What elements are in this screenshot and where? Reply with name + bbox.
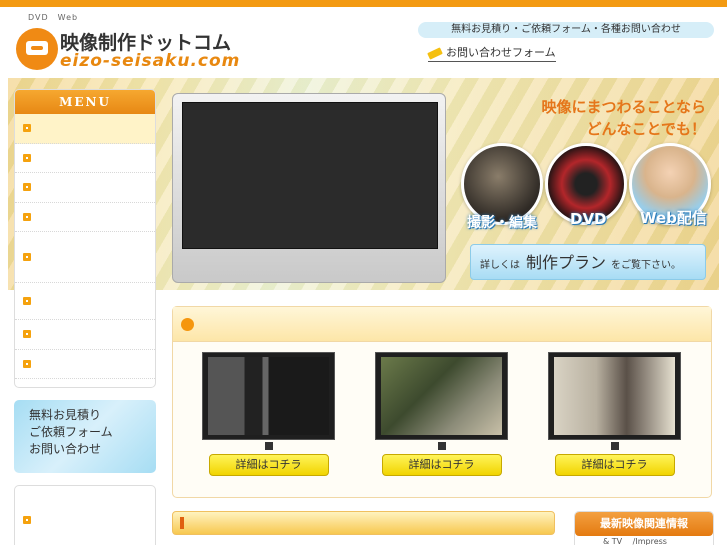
menu-heading: MENU [15,90,155,114]
details-button[interactable]: 詳細はコチラ [208,454,329,476]
plan-name: 制作プラン [526,253,607,272]
sidebar-item-1[interactable] [15,114,155,144]
sidebar-item-5[interactable] [15,232,155,283]
hero-copy-line-2: どんなことでも！ [586,120,706,138]
plan-suffix: をご覧下さい。 [611,260,682,271]
video-monitor [172,93,446,283]
plan-prefix: 詳しくは [480,260,520,271]
work-thumbnail[interactable] [548,352,681,440]
work-card: 詳細はコチラ [202,352,335,476]
site-logo[interactable]: 映像制作ドットコム eizo-seisaku.com [14,24,244,76]
news-title: 最新映像関連情報 [575,512,713,536]
bullet-icon [23,253,31,261]
works-section: 詳細はコチラ 詳細はコチラ 詳細はコチラ [172,306,712,498]
bullet-icon [23,330,31,339]
quote-line-3: お問い合わせ [29,442,102,456]
office-people-image [554,357,675,435]
flower-arranging-image [381,357,502,435]
news-panel: 最新映像関連情報 & TV /Impress [574,511,714,545]
sidebar-item-7[interactable] [15,320,155,350]
square-marker-icon [610,442,619,450]
news-item[interactable]: & TV /Impress [575,536,713,545]
sidebar-item-3[interactable] [15,173,155,203]
hero-copy-line-1: 映像にまつわることなら [541,98,706,116]
service-label-web: Web配信 [640,209,707,227]
site-tagline: DVD Web [28,13,79,22]
tv-mascot-icon [16,28,58,70]
header-quick-links[interactable]: 無料お見積り・ご依頼フォーム・各種お問い合わせ [418,22,714,38]
details-button[interactable]: 詳細はコチラ [381,454,502,476]
service-label-dvd: DVD [570,210,607,228]
contact-form-link[interactable]: お問い合わせフォーム [427,44,556,62]
bullet-icon [23,183,31,192]
section-heading-bar [172,511,555,535]
steam-iron-image [208,357,329,435]
bullet-icon [23,297,31,305]
details-button[interactable]: 詳細はコチラ [554,454,675,476]
quote-contact-banner[interactable]: 無料お見積り ご依頼フォーム お問い合わせ [14,400,156,473]
sidebar-item-2[interactable] [15,144,155,173]
quote-line-2: ご依頼フォーム [29,425,113,439]
works-section-header [173,307,711,342]
work-thumbnail[interactable] [202,352,335,440]
service-label-shooting: 撮影・編集 [467,215,537,231]
bullet-icon [23,153,31,162]
bullet-icon [23,212,31,221]
work-thumbnail[interactable] [375,352,508,440]
square-marker-icon [264,442,273,450]
sidebar-item-4[interactable] [15,203,155,232]
sidebar-menu: MENU [14,89,156,388]
sidebar-item-8[interactable] [15,350,155,379]
contact-form-label: お問い合わせフォーム [446,46,556,59]
sidebar-item-6[interactable] [15,283,155,320]
bullet-icon [23,124,31,133]
work-card: 詳細はコチラ [375,352,508,476]
bullet-icon[interactable] [23,516,31,524]
production-plan-button[interactable]: 詳しくは 制作プラン をご覧下さい。 [470,244,706,280]
sidebar-menu-secondary [14,485,156,545]
bullet-icon [23,359,31,368]
hero-catchcopy: 映像にまつわることなら どんなことでも！ [468,96,706,140]
quote-line-1: 無料お見積り [29,408,102,422]
orange-dot-icon [181,318,194,331]
video-player-screen[interactable] [182,102,438,249]
pencil-icon [427,46,443,60]
square-marker-icon [437,442,446,450]
logo-url: eizo-seisaku.com [60,51,241,71]
work-card: 詳細はコチラ [548,352,681,476]
top-accent-bar [0,0,727,7]
